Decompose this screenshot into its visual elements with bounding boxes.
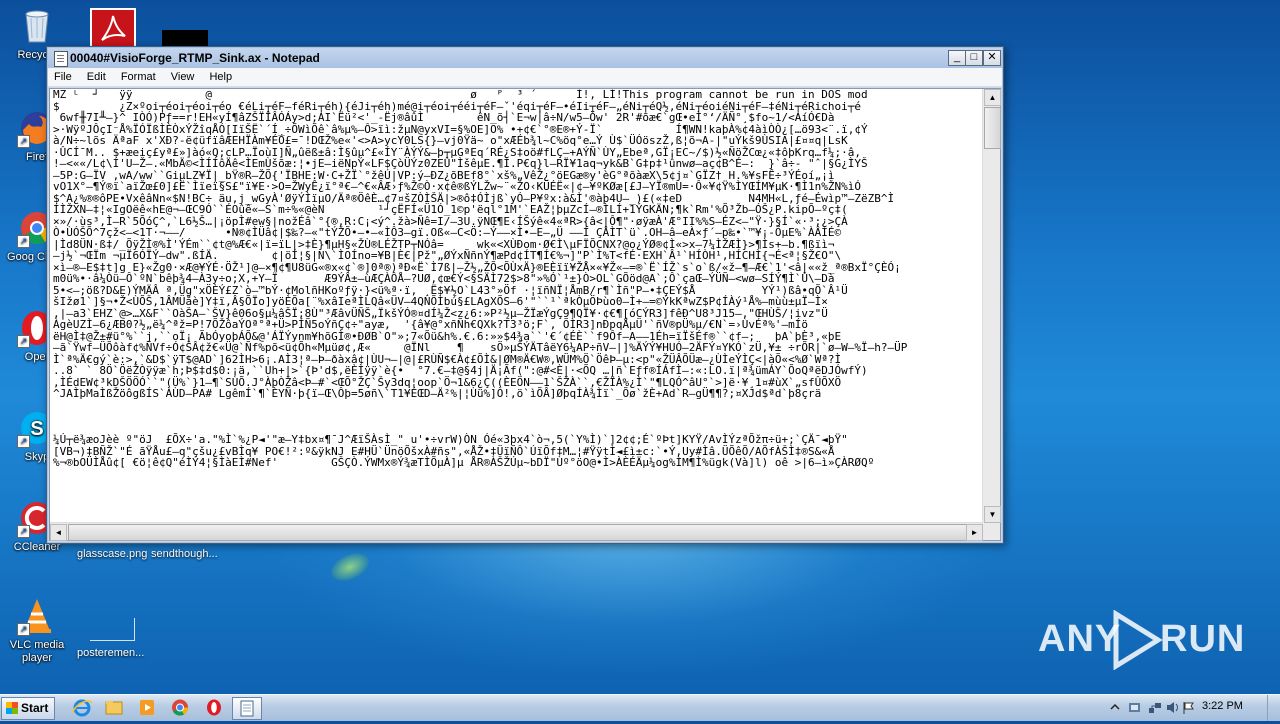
text-line: ÀgèUZÌ–6¿ÆB0?½„ë¼^ªž=P!7ÕŽôaÝOª°ª+Ü>PÍÑ5… <box>53 318 808 331</box>
menu-file[interactable]: File <box>48 68 78 83</box>
ie-icon <box>71 699 93 717</box>
taskbar-media-player[interactable] <box>133 697 161 718</box>
windows-flag-icon <box>6 702 18 714</box>
text-line: !–<««/L¢\Í'U–Ž–.«MbÄ©<ÌÍÍôÄê<ÌEmÙšõæ:¦•j… <box>53 157 868 170</box>
text-line: %¬®bOÜÌÅû¢[ €ö¦ê¢Q"éÌÝ4¦§ÌàEÌ#Nef' GŠÇÒ.… <box>53 456 875 469</box>
notepad-icon <box>240 700 254 717</box>
volume-icon[interactable] <box>1166 701 1180 714</box>
recycle-bin-icon <box>17 6 57 46</box>
horizontal-scrollbar[interactable]: ◄ ► <box>50 522 983 541</box>
text-line <box>53 400 980 412</box>
text-line: vO1X°–¶Ý®ï`aïŽœ£0]£Ë`Ìïeï§S£"ï¥E·>O=ŽWyÊ… <box>53 180 861 193</box>
opera-icon <box>207 699 221 716</box>
flag-icon[interactable] <box>1182 701 1196 714</box>
media-player-icon <box>140 700 154 715</box>
shortcut-arrow-icon: ↗ <box>17 435 30 448</box>
text-line: MZ ᴸ ┘ ÿÿ @ ø ᴾ ³ ´ Í!, LÍ!This program … <box>53 89 868 101</box>
taskbar-opera[interactable] <box>200 697 228 718</box>
tray-expand-icon[interactable] <box>1108 701 1122 714</box>
desktop-file-glasscase[interactable]: glasscase.png <box>77 548 147 560</box>
minimize-button[interactable]: _ <box>948 50 966 66</box>
scroll-right-arrow-icon[interactable]: ► <box>966 524 983 541</box>
explorer-icon <box>105 701 123 715</box>
text-line: ¼Ú┬ë¾æoJèè º"öJ £ÕX÷'a."%Ì`%¿P◄'"æ–Y‡bx¤… <box>53 433 848 446</box>
vertical-scrollbar[interactable]: ▲ ▼ <box>982 89 1001 523</box>
wallpaper-leaf <box>326 547 374 587</box>
text-line: 6wf╫7I╨–}^ IÒÓ)Pƒ==r!EH«yÍ¶âZŠÏÎÂÓÁy>d;A… <box>53 111 835 124</box>
window-title: 00040#VisioForge_RTMP_Sink.ax - Notepad <box>70 51 320 65</box>
show-desktop-button[interactable] <box>1267 695 1280 721</box>
watermark-text: ANY <box>1038 618 1122 660</box>
shortcut-arrow-icon: ↗ <box>17 525 30 538</box>
menu-format[interactable]: Format <box>115 68 162 83</box>
shortcut-arrow-icon: ↗ <box>17 235 30 248</box>
network-icon[interactable] <box>1148 701 1162 714</box>
text-line: ..8` ` 8Ö`ÖëŽÒÿÿæ`h;Þ$‡d$0:¡ä,``Uh+|>`{Þ… <box>53 364 868 377</box>
text-line: m0ü%•·â¼Òü–Ô`ºN`bêþ¾4–À3y÷o;X,+Y–Ï Æ9ÝÂ±… <box>53 272 835 285</box>
taskbar-clock[interactable]: 3:22 PM <box>1202 700 1243 712</box>
file-thumbnail-icon[interactable] <box>162 30 208 46</box>
action-center-icon[interactable] <box>1128 701 1142 714</box>
close-button[interactable]: ✕ <box>983 50 1001 66</box>
watermark-text: RUN <box>1160 618 1246 660</box>
scroll-up-arrow-icon[interactable]: ▲ <box>984 89 1001 106</box>
desktop-file-posteremen[interactable]: posteremen... <box>77 647 144 659</box>
text-line: Ò•ÙÓŠÕ^7çž<–<1T·¬——/ •N®¢ÌÜâ¢|$‰?–«"tÝŽÕ… <box>53 226 842 239</box>
scrollbar-corner <box>983 523 1000 540</box>
start-label: Start <box>21 701 49 715</box>
shortcut-arrow-icon: ↗ <box>17 135 30 148</box>
text-line: –ã`Ÿwf–ÜÕôàf¢%ÑVf÷Ó¢ŠÂ¢ž€«Ü@`Ñf%põ<ü¢Õh«… <box>53 341 908 354</box>
menu-help[interactable]: Help <box>203 68 238 83</box>
text-line: –j½`¬ŒÏm ¬µÏ6ÓÏÝ–dw".ßÍÄ. ¢|öÍ¦§|N\`ÌOÍn… <box>53 249 842 262</box>
text-line: ^JAÌþMaÌßŽöôgßÍS`ÀÙD–PA# LgêmÍ`¶`ÈYÑ·þ{ï… <box>53 387 822 400</box>
svg-text:S: S <box>30 418 43 440</box>
file-thumbnail-icon <box>90 618 135 641</box>
maximize-button[interactable]: □ <box>965 50 983 66</box>
taskbar-explorer[interactable] <box>100 697 128 718</box>
desktop-icon-label: VLC media player <box>9 639 65 664</box>
text-line <box>53 411 980 423</box>
taskbar-ie[interactable] <box>68 697 96 718</box>
menu-view[interactable]: View <box>165 68 201 83</box>
notepad-window[interactable]: 00040#VisioForge_RTMP_Sink.ax - Notepad … <box>46 46 1004 544</box>
taskbar-chrome[interactable] <box>166 697 194 718</box>
desktop-icon-vlc[interactable]: ↗ VLC media player <box>2 596 72 665</box>
start-button[interactable]: Start <box>1 697 55 720</box>
scroll-left-arrow-icon[interactable]: ◄ <box>50 524 67 541</box>
notepad-icon <box>54 51 68 67</box>
vlc-icon: ↗ <box>17 596 57 636</box>
editor-text[interactable]: MZ ᴸ ┘ ÿÿ @ ø ᴾ ³ ´ Í!, LÍ!This program … <box>53 89 980 523</box>
shortcut-arrow-icon: ↗ <box>17 623 30 636</box>
scroll-down-arrow-icon[interactable]: ▼ <box>984 506 1001 523</box>
shortcut-arrow-icon: ↗ <box>17 335 30 348</box>
horizontal-scroll-thumb[interactable] <box>68 524 968 541</box>
text-line: ÍÌŽXN–‡¦«IgOëê«hE@¬–ŒC9Ó``ÉOûê«–S`m÷%«@è… <box>53 203 848 216</box>
anyrun-watermark: ANY RUN <box>1038 610 1244 670</box>
desktop-file-sendthough[interactable]: sendthough... <box>151 548 218 560</box>
text-line: šIžø1`]§¬•Ž<ÙÕŠ,1ÂMÜåè]Y‡ï,Â§ÕÏo]yöÈÕa[¨… <box>53 295 828 308</box>
taskbar: Start 3:22 PM <box>0 694 1280 721</box>
menu-bar: File Edit Format View Help <box>48 68 1002 87</box>
vertical-scroll-thumb[interactable] <box>984 107 1001 149</box>
taskbar-notepad[interactable] <box>232 697 262 720</box>
chrome-icon <box>172 699 189 716</box>
text-editor[interactable]: MZ ᴸ ┘ ÿÿ @ ø ᴾ ³ ´ Í!, LÍ!This program … <box>49 88 1001 541</box>
title-bar[interactable]: 00040#VisioForge_RTMP_Sink.ax - Notepad … <box>48 48 1002 68</box>
menu-edit[interactable]: Edit <box>81 68 112 83</box>
text-line: à/N÷~lõs ÄªaF x'XÐ?-ë¢üfïâÆEHÏÀm¥ÉÓ£=¯!D… <box>53 134 848 147</box>
